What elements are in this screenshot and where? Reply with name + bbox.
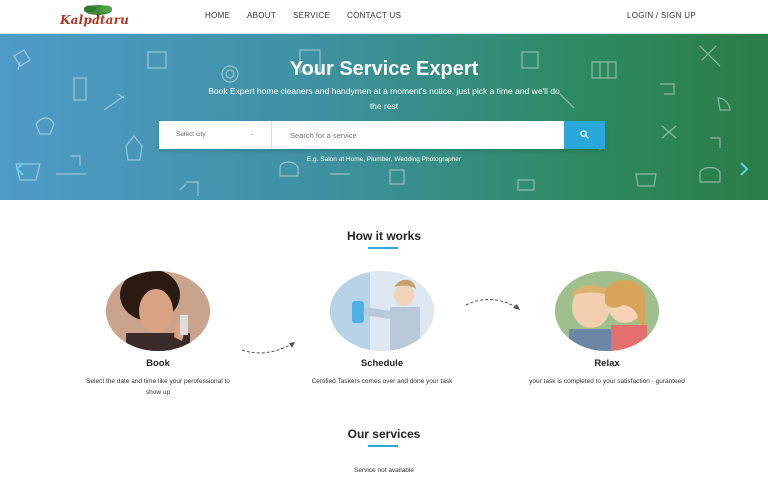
- carousel-prev-button[interactable]: [14, 162, 26, 181]
- nav-home-link[interactable]: HOME: [205, 11, 230, 20]
- step-title-relax: Relax: [594, 358, 620, 369]
- schedule-step-image: [330, 271, 434, 351]
- nav-contact-link[interactable]: CONTACT US: [347, 11, 401, 20]
- step-description-relax: your task is completed to your satisfact…: [529, 378, 685, 385]
- city-select-placeholder: Select city: [176, 131, 206, 138]
- step-title-book: Book: [146, 358, 170, 369]
- nav-service-link[interactable]: SERVICE: [293, 11, 330, 20]
- services-empty-message: Service not available: [354, 467, 414, 474]
- heading-underline: [368, 445, 398, 447]
- brand-logo[interactable]: Kalpataru: [58, 4, 136, 30]
- city-select[interactable]: Select city ⌄: [159, 121, 272, 149]
- search-examples: E.g. Salon at Home, Plumber, Wedding Pho…: [306, 156, 462, 163]
- service-search-bar: Select city ⌄: [159, 121, 605, 149]
- step-title-schedule: Schedule: [360, 358, 404, 369]
- navbar: Kalpataru HOME ABOUT SERVICE CONTACT US …: [0, 0, 768, 34]
- how-it-works-heading: How it works: [346, 229, 421, 243]
- service-search-input[interactable]: [273, 121, 563, 149]
- our-services-heading: Our services: [347, 427, 421, 441]
- hero-banner: Your Service Expert Book Expert home cle…: [0, 34, 768, 200]
- chevron-right-icon: [740, 162, 749, 176]
- heading-underline: [368, 247, 398, 249]
- dashed-arrow-icon: [465, 299, 520, 310]
- step-description-schedule: Certified Taskers comes over and done yo…: [311, 378, 453, 385]
- dashed-arrow-icon: [241, 342, 295, 354]
- brand-name: Kalpataru: [60, 13, 130, 27]
- relax-step-image: [555, 271, 659, 351]
- hero-subtitle: Book Expert home cleaners and handymen a…: [208, 86, 560, 111]
- chevron-left-icon: [15, 162, 24, 176]
- hero-title: Your Service Expert: [289, 58, 479, 80]
- carousel-next-button[interactable]: [738, 162, 750, 181]
- nav-about-link[interactable]: ABOUT: [247, 11, 276, 20]
- chevron-down-icon: ⌄: [249, 131, 255, 137]
- search-button[interactable]: [564, 121, 605, 149]
- book-step-image: [106, 271, 210, 351]
- search-icon: [580, 130, 589, 139]
- login-signup-link[interactable]: LOGIN / SIGN UP: [627, 11, 696, 20]
- step-description-book: Select the date and time like your perof…: [86, 378, 230, 396]
